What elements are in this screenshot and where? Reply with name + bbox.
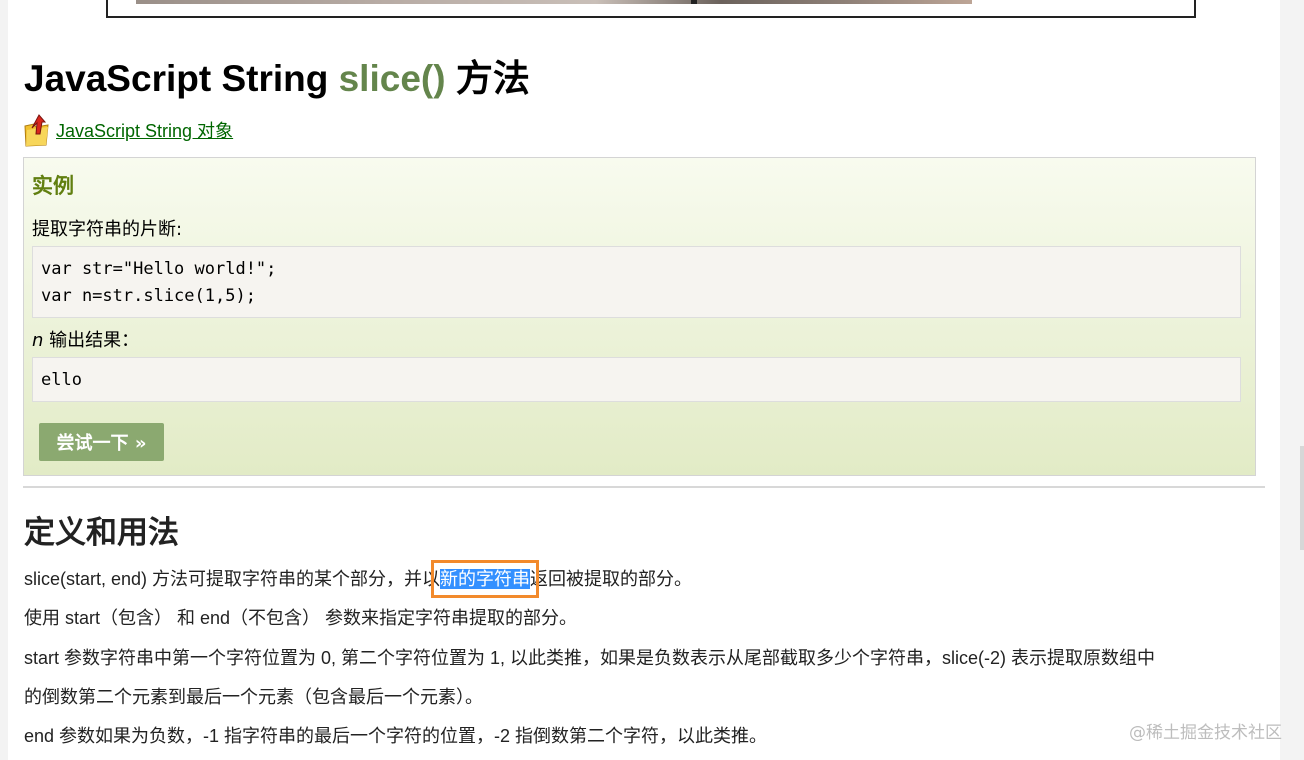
back-to-string-object-link[interactable]: JavaScript String 对象: [22, 110, 233, 150]
title-accent: slice(): [338, 58, 446, 99]
definition-paragraph-5: end 参数如果为负数，-1 指字符串的最后一个字符的位置，-2 指倒数第二个字…: [24, 726, 768, 746]
page-title: JavaScript String slice() 方法: [24, 48, 530, 102]
folder-up-icon: [22, 112, 52, 148]
example-box: 实例 提取字符串的片断: var str="Hello world!"; var…: [23, 157, 1256, 476]
title-prefix: JavaScript String: [24, 58, 339, 99]
code-block: var str="Hello world!"; var n=str.slice(…: [32, 246, 1241, 318]
banner-strip: [136, 0, 972, 4]
title-suffix: 方法: [445, 58, 530, 99]
watermark: @稀土掘金技术社区: [1129, 723, 1282, 743]
code-line: var n=str.slice(1,5);: [41, 286, 256, 306]
output-value: ello: [41, 370, 82, 390]
code-line: var str="Hello world!";: [41, 259, 277, 279]
output-variable: n: [32, 330, 44, 351]
output-block: ello: [32, 357, 1241, 402]
definition-paragraph-4: 的倒数第二个元素到最后一个元素（包含最后一个元素）。: [24, 687, 483, 707]
definition-title: 定义和用法: [24, 515, 179, 551]
p1-after: 返回被提取的部分。: [530, 569, 693, 589]
output-label: n 输出结果：: [32, 326, 139, 352]
example-heading: 实例: [32, 174, 74, 198]
p1-before: slice(start, end) 方法可提取字符串的某个部分，并以: [24, 569, 441, 589]
scrollbar-thumb[interactable]: [1300, 446, 1304, 550]
banner-image: [106, 0, 1196, 18]
definition-paragraph-3: start 参数字符串中第一个字符位置为 0, 第二个字符位置为 1, 以此类推…: [24, 648, 1156, 668]
right-gutter: [1282, 0, 1304, 760]
back-link-label: JavaScript String 对象: [56, 121, 234, 141]
output-label-text: 输出结果：: [43, 330, 140, 351]
section-divider: [23, 486, 1265, 488]
selected-text[interactable]: 新的字符串: [431, 560, 540, 598]
definition-paragraph-1: slice(start, end) 方法可提取字符串的某个部分，并以新的字符串返…: [24, 560, 693, 598]
try-it-button[interactable]: 尝试一下 »: [39, 423, 164, 461]
example-description: 提取字符串的片断:: [32, 219, 183, 240]
definition-paragraph-2: 使用 start（包含） 和 end（不包含） 参数来指定字符串提取的部分。: [24, 608, 578, 628]
